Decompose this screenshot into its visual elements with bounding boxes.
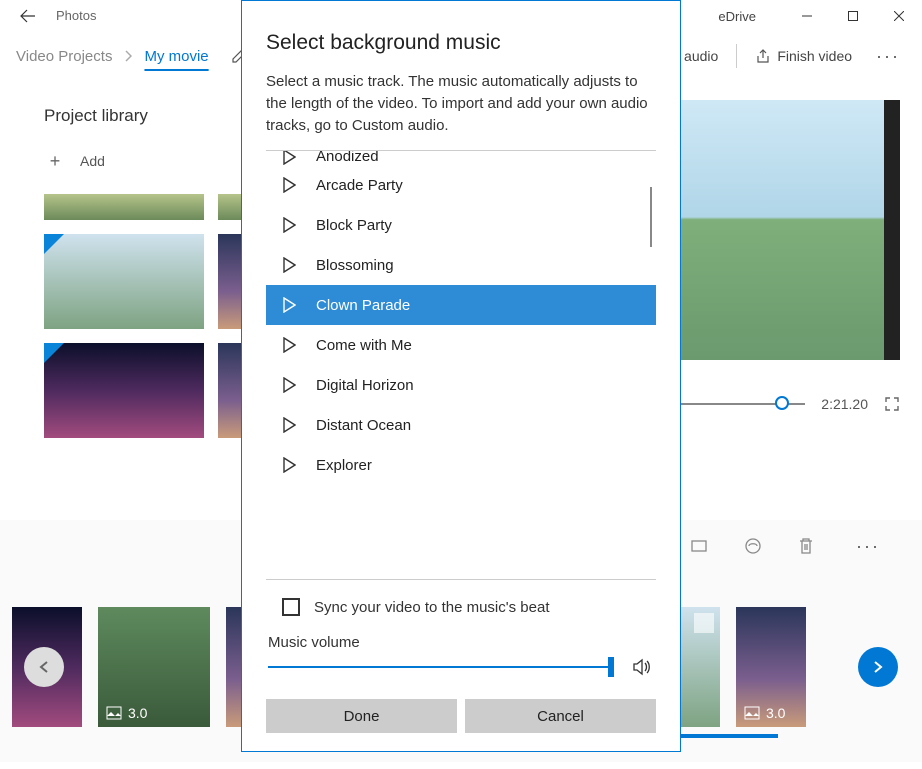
speaker-icon[interactable] — [632, 657, 654, 677]
play-icon[interactable] — [282, 150, 296, 165]
track-list[interactable]: Anodized Arcade Party Block Party Blosso… — [266, 150, 656, 580]
sync-checkbox[interactable] — [282, 598, 300, 616]
play-icon[interactable] — [282, 377, 296, 393]
scrollbar-thumb[interactable] — [650, 187, 652, 247]
track-item[interactable]: Distant Ocean — [266, 405, 656, 445]
play-icon[interactable] — [282, 257, 296, 273]
volume-label: Music volume — [266, 634, 656, 651]
track-item-selected[interactable]: Clown Parade — [266, 285, 656, 325]
track-item[interactable]: Explorer — [266, 445, 656, 485]
play-icon[interactable] — [282, 417, 296, 433]
track-item[interactable]: Block Party — [266, 205, 656, 245]
play-icon[interactable] — [282, 457, 296, 473]
volume-slider[interactable] — [268, 666, 614, 668]
sync-option[interactable]: Sync your video to the music's beat — [266, 580, 656, 634]
track-item[interactable]: Arcade Party — [266, 165, 656, 205]
background-music-dialog: Select background music Select a music t… — [241, 0, 681, 752]
sync-label: Sync your video to the music's beat — [314, 599, 549, 616]
play-icon[interactable] — [282, 177, 296, 193]
play-icon[interactable] — [282, 337, 296, 353]
track-item[interactable]: Digital Horizon — [266, 365, 656, 405]
track-item[interactable]: Blossoming — [266, 245, 656, 285]
dialog-description: Select a music track. The music automati… — [266, 71, 656, 136]
play-icon[interactable] — [282, 217, 296, 233]
dialog-buttons: Done Cancel — [266, 699, 656, 733]
volume-thumb[interactable] — [608, 657, 614, 677]
track-item[interactable]: Come with Me — [266, 325, 656, 365]
track-item[interactable]: Anodized — [266, 150, 656, 165]
cancel-button[interactable]: Cancel — [465, 699, 656, 733]
modal-overlay: Select background music Select a music t… — [0, 0, 922, 769]
done-button[interactable]: Done — [266, 699, 457, 733]
volume-control — [266, 657, 656, 699]
dialog-title: Select background music — [266, 31, 656, 55]
play-icon[interactable] — [282, 297, 296, 313]
